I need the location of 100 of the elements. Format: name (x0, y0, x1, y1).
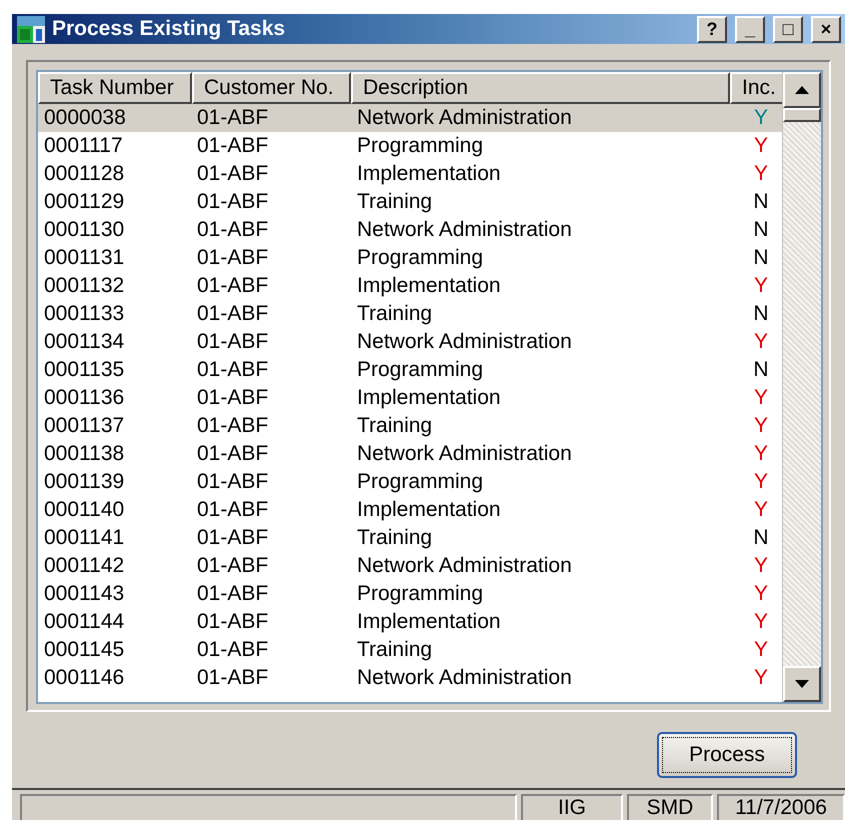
table-cell-text: Y (752, 413, 769, 439)
table-cell-text: 0001130 (43, 217, 126, 243)
table-cell-text: Programming (356, 133, 484, 159)
table-cell-text: N (752, 245, 770, 271)
maximize-button[interactable]: □ (773, 16, 803, 42)
scroll-down-button[interactable] (783, 666, 821, 702)
table-cell-text: 01-ABF (196, 133, 270, 159)
table-cell-text: Y (752, 273, 769, 299)
table-cell-text: Training (356, 525, 434, 551)
status-pane: SMD (627, 794, 713, 820)
table-cell-text: Y (752, 469, 769, 495)
table-cell-text: 0001138 (43, 441, 126, 467)
status-pane: IIG (521, 794, 623, 820)
table-cell-text: Programming (356, 357, 484, 383)
table-cell-text: 01-ABF (196, 581, 270, 607)
table-cell-text: 01-ABF (196, 497, 270, 523)
column-header[interactable]: Customer No. (192, 72, 351, 104)
table-cell-text: 01-ABF (196, 245, 270, 271)
table-cell-text: 01-ABF (196, 273, 270, 299)
table-cell-text: 0001139 (43, 469, 126, 495)
table-cell-text: 0001136 (43, 385, 126, 411)
table-cell-text: 01-ABF (196, 553, 270, 579)
table-cell-text: Y (752, 553, 769, 579)
table-cell-text: Network Administration (356, 217, 573, 243)
table-cell-text: 0001142 (43, 553, 126, 579)
table-cell-text: 01-ABF (196, 329, 270, 355)
table-cell-text: Implementation (356, 273, 502, 299)
table-cell-text: 0001134 (43, 329, 126, 355)
table-cell-text: Programming (356, 469, 484, 495)
column-header[interactable]: Description (351, 72, 730, 104)
table-cell-text: Network Administration (356, 105, 573, 131)
table-cell-text: 0001143 (43, 581, 126, 607)
scroll-up-button[interactable] (783, 72, 821, 108)
table-cell-text: Network Administration (356, 553, 573, 579)
table-cell-text: Network Administration (356, 665, 573, 691)
window-title: Process Existing Tasks (52, 17, 286, 41)
table-cell-text: N (752, 301, 770, 327)
table-cell-text: 01-ABF (196, 105, 270, 131)
table-cell-text: Training (356, 189, 434, 215)
table-cell-text: 01-ABF (196, 357, 270, 383)
table-cell-text: 0000038 (43, 105, 127, 131)
table-cell-text: Y (752, 609, 769, 635)
table-cell-text: 0001146 (43, 665, 126, 691)
table-cell-text: 01-ABF (196, 413, 270, 439)
table-cell-text: 0001129 (43, 189, 126, 215)
table-cell-text: 0001131 (43, 245, 126, 271)
table-cell-text: Programming (356, 245, 484, 271)
table-cell-text: Y (752, 581, 769, 607)
table-cell-text: Implementation (356, 385, 502, 411)
table-cell-text: 01-ABF (196, 385, 270, 411)
status-pane: 11/7/2006 (717, 794, 845, 820)
table-cell-text: 0001128 (43, 161, 126, 187)
table-cell-text: 01-ABF (196, 609, 270, 635)
table-cell-text: Training (356, 413, 434, 439)
scrollbar[interactable] (782, 72, 821, 702)
down-arrow-icon (795, 680, 809, 688)
table-cell-text: 0001137 (43, 413, 126, 439)
table-cell-text: Y (752, 665, 769, 691)
table-cell-text: Y (752, 133, 769, 159)
table-cell-text: 01-ABF (196, 665, 270, 691)
table-cell-text: Programming (356, 581, 484, 607)
table-cell-text: Y (752, 329, 769, 355)
table-cell-text: N (752, 189, 770, 215)
table-cell-text: 01-ABF (196, 441, 270, 467)
table-cell-text: Y (752, 441, 769, 467)
table-cell-text: Y (752, 637, 769, 663)
table-cell-text: N (752, 357, 770, 383)
table-cell-text: 01-ABF (196, 217, 270, 243)
scroll-thumb[interactable] (783, 108, 821, 122)
column-header[interactable]: Task Number (38, 72, 192, 104)
table-cell-text: 01-ABF (196, 189, 270, 215)
table-cell-text: Y (752, 105, 769, 131)
process-button[interactable]: Process (657, 732, 797, 778)
close-button[interactable]: × (811, 16, 841, 42)
table-cell-text: N (752, 217, 770, 243)
table-cell-text: 0001135 (43, 357, 126, 383)
table-cell-text: 0001144 (43, 609, 126, 635)
table-cell-text: 01-ABF (196, 161, 270, 187)
table-cell-text: Training (356, 637, 434, 663)
table-cell-text: Training (356, 301, 434, 327)
table-cell-text: N (752, 525, 770, 551)
table-cell-text: Y (752, 385, 769, 411)
table-cell-text: Implementation (356, 609, 502, 635)
table-cell-text: 01-ABF (196, 525, 270, 551)
table-cell-text: 01-ABF (196, 637, 270, 663)
help-button[interactable]: ? (697, 16, 727, 42)
table-cell-text: 0001141 (43, 525, 126, 551)
table-cell-text: 0001132 (43, 273, 126, 299)
table-cell-text: 0001145 (43, 637, 126, 663)
table-cell-text: Implementation (356, 497, 502, 523)
table-cell-text: 01-ABF (196, 469, 270, 495)
minimize-button[interactable]: _ (735, 16, 765, 42)
table-cell-text: Network Administration (356, 441, 573, 467)
up-arrow-icon (795, 86, 809, 94)
table-cell-text: Network Administration (356, 329, 573, 355)
table-cell-text: 0001133 (43, 301, 126, 327)
column-header[interactable]: Inc. (730, 72, 782, 104)
table-row[interactable]: 0000038 01-ABF Network Administration Y (38, 104, 782, 132)
table-cell-text: Implementation (356, 161, 502, 187)
table-cell-text: Y (752, 497, 769, 523)
